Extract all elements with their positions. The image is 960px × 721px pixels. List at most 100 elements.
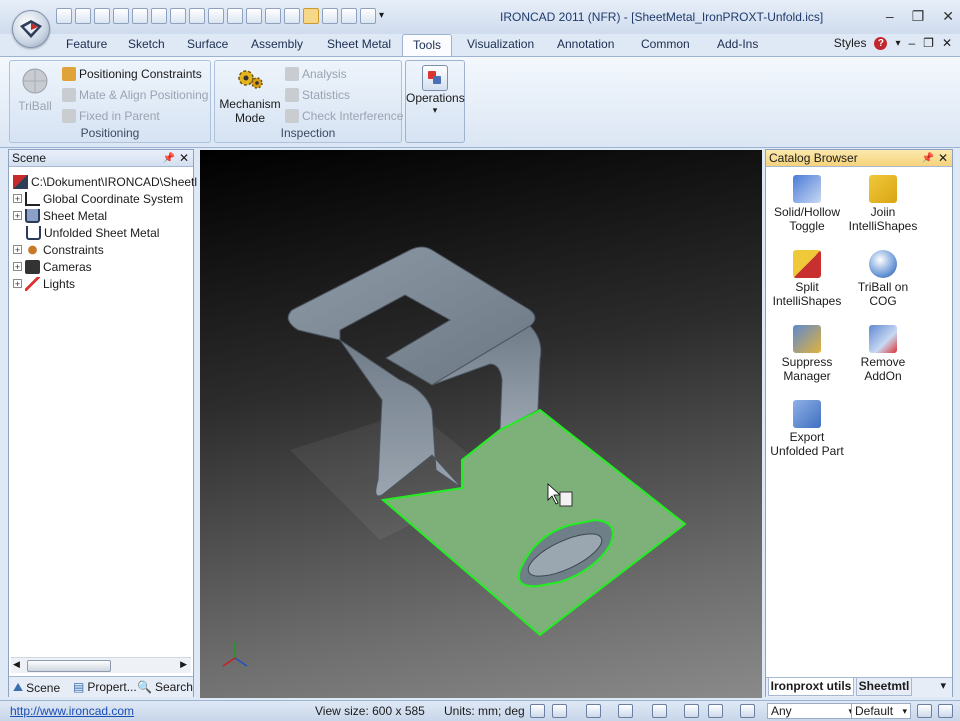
render-mode-icon[interactable] [684,704,699,718]
tab-tools[interactable]: Tools [402,34,453,56]
tab-common[interactable]: Common [641,37,690,51]
ribbon-minimize-button[interactable]: – [908,36,915,50]
new-file-icon[interactable] [56,8,72,24]
tab-properties[interactable]: ▤ Propert... [73,680,137,694]
save-as-icon[interactable] [170,8,186,24]
app-menu-button[interactable] [12,10,50,48]
scrollbar-thumb[interactable] [27,660,111,672]
tab-visualization[interactable]: Visualization [467,37,534,51]
render-icon[interactable] [284,8,300,24]
view-cube-icon[interactable] [618,704,633,718]
help-dropdown-icon[interactable]: ▾ [895,38,900,49]
zoom-window-icon[interactable] [552,704,567,718]
orbit-icon[interactable] [652,704,667,718]
catalog-tabs-dropdown-icon[interactable]: ▾ [940,679,946,692]
copy-icon[interactable] [360,8,376,24]
camera-icon [25,259,40,274]
website-link[interactable]: http://www.ironcad.com [10,704,134,718]
cut-icon[interactable] [227,8,243,24]
ribbon-restore-button[interactable]: ❐ [923,36,934,50]
select-icon[interactable] [303,8,319,24]
styles-menu[interactable]: Styles [834,36,867,50]
pin-icon[interactable]: 📌 [922,150,934,167]
expand-icon[interactable]: + [13,245,22,255]
restore-button[interactable]: ❐ [912,8,925,25]
tab-assembly[interactable]: Assembly [251,37,303,51]
settings-icon[interactable] [938,704,953,718]
expand-icon[interactable]: + [13,194,22,204]
catalog-item-export-unfolded-part[interactable]: Export Unfolded Part [768,400,846,458]
expand-icon[interactable]: + [13,279,22,289]
tab-surface[interactable]: Surface [187,37,228,51]
close-button[interactable]: ✕ [942,8,954,25]
tree-item-constraints[interactable]: + Constraints [13,241,104,258]
properties-tab-icon: ▤ [73,680,85,694]
view-direction-icon[interactable] [740,704,755,718]
undo-icon[interactable] [246,8,262,24]
tree-item-cameras[interactable]: + Cameras [13,258,92,275]
properties-icon[interactable] [341,8,357,24]
insert-part-icon[interactable] [208,8,224,24]
tab-search[interactable]: 🔍 Search [137,680,193,694]
save-icon[interactable] [151,8,167,24]
triball-quick-icon[interactable] [322,8,338,24]
redo-icon[interactable] [265,8,281,24]
tab-scene[interactable]: ⛰ Scene [13,680,60,695]
catalog-item-join-intellishapes[interactable]: Joiin IntelliShapes [844,175,922,233]
scene-horizontal-scrollbar[interactable]: ◀ ▶ [11,657,191,673]
close-icon[interactable]: ✕ [179,150,189,167]
tab-sheet-metal[interactable]: Sheet Metal [327,37,391,51]
triball-button[interactable]: TriBall [14,66,56,113]
catalog-item-remove-addon[interactable]: Remove AddOn [844,325,922,383]
catalog-item-solid-hollow-toggle[interactable]: Solid/Hollow Toggle [768,175,846,233]
tree-item-unfolded-sheet-metal[interactable]: Unfolded Sheet Metal [26,224,159,241]
tree-item-global-coordinate-system[interactable]: + Global Coordinate System [13,190,183,207]
catalog-item-triball-on-cog[interactable]: TriBall on COG [844,250,922,308]
shading-icon[interactable] [708,704,723,718]
new-drawing-icon[interactable] [94,8,110,24]
new-part-icon[interactable] [75,8,91,24]
style-select[interactable]: Default ▾ [851,703,911,719]
scroll-left-icon[interactable]: ◀ [13,659,20,670]
catalog-item-suppress-manager[interactable]: Suppress Manager [768,325,846,383]
ribbon-close-button[interactable]: ✕ [942,36,952,50]
close-icon[interactable]: ✕ [938,150,948,167]
operations-icon [422,65,448,91]
tab-feature[interactable]: Feature [66,37,107,51]
tab-annotation[interactable]: Annotation [557,37,614,51]
check-interference-button[interactable]: Check Interference [285,109,403,123]
expand-icon[interactable]: + [13,262,22,272]
mate-align-button[interactable]: Mate & Align Positioning [62,88,208,102]
color-picker-icon[interactable] [917,704,932,718]
join-intellishapes-icon [869,175,897,203]
3d-viewport[interactable] [200,150,762,698]
tree-root[interactable]: C:\Dokument\IRONCAD\Sheetl [13,173,197,190]
new-template-icon[interactable] [113,8,129,24]
tree-item-lights[interactable]: + Lights [13,275,75,292]
analysis-button[interactable]: Analysis [285,67,347,81]
tab-sketch[interactable]: Sketch [128,37,165,51]
scene-panel-header: Scene 📌 ✕ [9,150,193,167]
catalog-item-split-intellishapes[interactable]: Split IntelliShapes [768,250,846,308]
selection-filter-select[interactable]: Any ▾ [767,703,857,719]
scroll-right-icon[interactable]: ▶ [180,659,187,670]
operations-button[interactable]: Operations ▾ [406,65,465,116]
fixed-in-parent-button[interactable]: Fixed in Parent [62,109,160,123]
open-file-icon[interactable] [132,8,148,24]
publish-icon[interactable] [189,8,205,24]
sheet-metal-icon [25,208,40,223]
statistics-button[interactable]: Statistics [285,88,350,102]
customize-qat-icon[interactable]: ▾ [379,8,384,26]
help-icon[interactable]: ? [874,36,888,50]
minimize-button[interactable]: – [886,8,894,25]
pan-icon[interactable] [586,704,601,718]
zoom-icon[interactable] [530,704,545,718]
expand-icon[interactable]: + [13,211,22,221]
tab-sheetmtl[interactable]: Sheetmtl [856,678,912,696]
tab-ironproxt-utils[interactable]: Ironproxt utils [768,678,854,696]
tree-item-sheet-metal[interactable]: + Sheet Metal [13,207,107,224]
tab-add-ins[interactable]: Add-Ins [717,37,758,51]
positioning-constraints-button[interactable]: Positioning Constraints [62,67,202,81]
pin-icon[interactable]: 📌 [163,150,175,167]
mechanism-mode-button[interactable]: Mechanism Mode [219,66,281,125]
